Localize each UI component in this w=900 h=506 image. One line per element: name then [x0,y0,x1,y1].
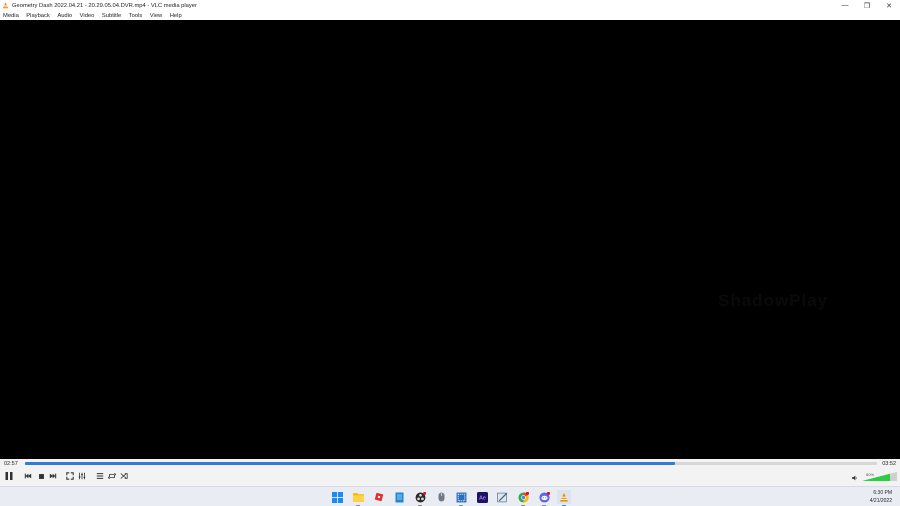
discord-icon [538,491,550,503]
start-button[interactable] [330,490,344,504]
chrome-icon [517,491,529,503]
system-clock[interactable]: 6:30 PM 4/21/2022 [870,489,892,505]
previous-button[interactable] [23,470,33,482]
vlc-icon [560,492,568,501]
menu-media[interactable]: Media [3,13,19,19]
notepad-icon [395,492,403,502]
menu-audio[interactable]: Audio [57,13,72,19]
video-area[interactable]: ShadowPlay [0,20,900,459]
stop-button[interactable] [36,470,46,482]
skip-forward-icon [49,473,57,479]
time-total: 03:52 [882,461,896,467]
speaker-icon[interactable] [851,475,858,481]
taskbar: Ae 6:30 PM 4/21/2022 [0,486,900,506]
snipping-tool-icon [456,492,466,502]
folder-icon [352,493,364,502]
playback-controls: 02:57 03:52 80% [0,459,900,486]
loop-icon [108,472,116,480]
time-elapsed: 02:57 [4,461,18,467]
volume-slider[interactable] [862,472,897,481]
window-title: Geometry Dash 2022.04.21 - 20.29.05.04.D… [12,2,197,9]
extended-settings-button[interactable] [77,470,87,482]
title-bar: Geometry Dash 2022.04.21 - 20.29.05.04.D… [0,0,900,11]
taskbar-file-explorer[interactable] [351,490,365,506]
taskbar-obs[interactable] [413,490,427,506]
mouse-icon [438,492,444,502]
fullscreen-icon [66,472,74,480]
clock-date: 4/21/2022 [869,498,892,504]
menu-view[interactable]: View [150,13,162,19]
windows-icon [331,491,343,503]
menu-playback[interactable]: Playback [26,13,50,19]
roblox-icon [374,492,384,502]
clock-time: 6:30 PM [873,490,892,496]
seek-bar[interactable] [25,462,877,465]
skip-back-icon [24,473,32,479]
taskbar-paint[interactable] [495,490,509,504]
taskbar-mouse-app[interactable] [434,490,448,504]
playlist-icon [96,473,104,479]
pause-button[interactable] [3,470,15,482]
obs-icon [415,491,426,502]
shuffle-icon [120,473,128,479]
taskbar-vlc[interactable] [557,490,571,506]
playlist-button[interactable] [95,470,105,482]
taskbar-snipping-tool[interactable] [454,490,468,506]
seek-progress [25,462,676,465]
menu-tools[interactable]: Tools [129,13,143,19]
menu-bar: Media Playback Audio Video Subtitle Tool… [0,11,900,20]
next-button[interactable] [48,470,58,482]
taskbar-notepad[interactable] [392,490,406,504]
taskbar-after-effects[interactable]: Ae [475,490,489,504]
paint-icon [496,492,507,502]
after-effects-icon: Ae [476,491,488,503]
sliders-icon [78,472,86,480]
fullscreen-button[interactable] [65,470,75,482]
taskbar-discord[interactable] [537,490,551,506]
shuffle-button[interactable] [119,470,129,482]
svg-text:Ae: Ae [479,495,486,501]
vlc-icon [2,2,9,9]
close-button[interactable]: ✕ [878,0,900,11]
volume-level [862,473,890,481]
menu-video[interactable]: Video [80,13,95,19]
taskbar-roblox[interactable] [372,490,386,504]
maximize-button[interactable]: ❐ [856,0,878,11]
loop-button[interactable] [107,470,117,482]
pause-icon [5,472,13,480]
taskbar-chrome[interactable] [516,490,530,506]
watermark-text: ShadowPlay [718,291,829,310]
stop-icon [38,473,44,479]
menu-subtitle[interactable]: Subtitle [102,13,121,19]
minimize-button[interactable]: — [834,0,856,11]
menu-help[interactable]: Help [170,13,182,19]
